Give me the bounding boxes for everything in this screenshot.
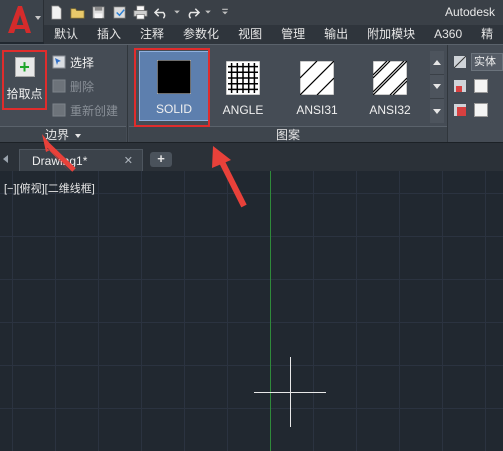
title-bar: Autodesk [0, 0, 503, 25]
viewport-controls-label[interactable]: [−][俯视][二维线框] [4, 180, 95, 196]
pattern-angle[interactable]: ANGLE [208, 53, 278, 123]
background-color-icon [454, 104, 466, 116]
print-icon[interactable] [130, 2, 151, 23]
boundary-panel-title[interactable]: 边界 [0, 126, 126, 143]
save-as-icon[interactable] [109, 2, 130, 23]
recreate-boundary-button[interactable]: 重新创建 [52, 101, 118, 119]
remove-boundary-button[interactable]: 删除 [52, 77, 94, 95]
pick-point-button[interactable]: + 拾取点 [2, 50, 47, 110]
background-color-swatch[interactable] [474, 103, 488, 117]
pattern-ansi32[interactable]: ANSI32 [355, 53, 425, 123]
autocad-window: Autodesk 默认 插入 注释 参数化 视图 管理 输出 附加模块 A360… [0, 0, 503, 451]
gallery-scroll-up-button[interactable] [430, 51, 444, 75]
tab-annotate[interactable]: 注释 [140, 25, 164, 44]
document-tab-bar: Drawing1* ✕ + [0, 142, 503, 172]
document-tab-label: Drawing1* [32, 154, 88, 168]
panel-divider [127, 45, 128, 143]
gallery-expand-button[interactable] [430, 99, 444, 123]
save-icon[interactable] [88, 2, 109, 23]
undo-dropdown-icon[interactable] [172, 2, 182, 23]
hatch-type-row: 实体 [454, 53, 503, 71]
pattern-gallery-scroller [430, 51, 444, 123]
expand-gallery-icon [433, 108, 441, 114]
pattern-ansi31-label: ANSI31 [296, 103, 338, 117]
boundary-panel: + 拾取点 选择 删除 重新创建 边界 [0, 45, 126, 143]
chevron-up-icon [433, 60, 441, 65]
pick-point-label: 拾取点 [6, 87, 43, 101]
tab-output[interactable]: 输出 [324, 25, 348, 44]
tab-scroll-left-icon[interactable] [3, 155, 8, 163]
open-folder-icon[interactable] [67, 2, 88, 23]
hatch-color-row [454, 77, 488, 95]
hatch-color-swatch[interactable] [474, 79, 488, 93]
hatch-color-icon [454, 80, 466, 92]
close-tab-icon[interactable]: ✕ [124, 154, 133, 167]
customize-dropdown-icon[interactable] [219, 2, 231, 23]
redo-icon[interactable] [182, 2, 203, 23]
pattern-ansi32-label: ANSI32 [369, 103, 411, 117]
new-file-icon[interactable] [46, 2, 67, 23]
tab-a360[interactable]: A360 [434, 25, 462, 44]
application-menu-button[interactable] [0, 0, 44, 42]
pattern-ansi31[interactable]: ANSI31 [282, 53, 352, 123]
remove-boundary-icon [52, 79, 66, 93]
ribbon-tab-bar: 默认 插入 注释 参数化 视图 管理 输出 附加模块 A360 精 [44, 25, 503, 44]
y-axis-line [270, 171, 271, 451]
hatch-type-select[interactable]: 实体 [471, 53, 503, 71]
crosshair-vertical [290, 357, 291, 427]
autocad-a-logo-icon [4, 2, 34, 36]
ansi32-pattern-icon [373, 61, 407, 95]
panel-divider [447, 45, 448, 143]
tab-default[interactable]: 默认 [54, 25, 78, 44]
ribbon: + 拾取点 选择 删除 重新创建 边界 图案 SOLID ANGLE ANSI3… [0, 44, 503, 143]
background-color-row [454, 101, 488, 119]
select-objects-button[interactable]: 选择 [52, 53, 94, 71]
delete-label: 删除 [70, 79, 95, 94]
angle-pattern-icon [226, 61, 260, 95]
recreate-label: 重新创建 [70, 103, 119, 118]
undo-icon[interactable] [151, 2, 172, 23]
quick-access-toolbar [46, 2, 231, 23]
tab-featured[interactable]: 精 [481, 25, 493, 44]
tab-manage[interactable]: 管理 [281, 25, 305, 44]
tab-insert[interactable]: 插入 [97, 25, 121, 44]
recreate-boundary-icon [52, 103, 66, 117]
gallery-scroll-down-button[interactable] [430, 75, 444, 99]
new-tab-button[interactable]: + [150, 152, 172, 167]
panel-expand-caret-icon [75, 133, 81, 138]
chevron-down-icon [433, 84, 441, 89]
tab-parametric[interactable]: 参数化 [183, 25, 219, 44]
app-menu-caret-icon [35, 16, 41, 20]
ansi31-pattern-icon [300, 61, 334, 95]
pick-point-plus-icon: + [14, 57, 35, 77]
properties-panel: 实体 [450, 45, 503, 143]
drawing-canvas[interactable]: [−][俯视][二维线框] [0, 171, 503, 451]
select-objects-icon [52, 55, 66, 69]
select-label: 选择 [70, 55, 95, 70]
tab-addins[interactable]: 附加模块 [367, 25, 415, 44]
redo-dropdown-icon[interactable] [203, 2, 213, 23]
pattern-panel-title: 图案 [129, 126, 447, 143]
window-title: Autodesk [445, 5, 496, 19]
hatch-type-icon [454, 56, 466, 68]
document-tab[interactable]: Drawing1* ✕ [19, 149, 143, 172]
solid-highlight-box [134, 48, 210, 127]
pattern-angle-label: ANGLE [222, 103, 264, 117]
tab-view[interactable]: 视图 [238, 25, 262, 44]
